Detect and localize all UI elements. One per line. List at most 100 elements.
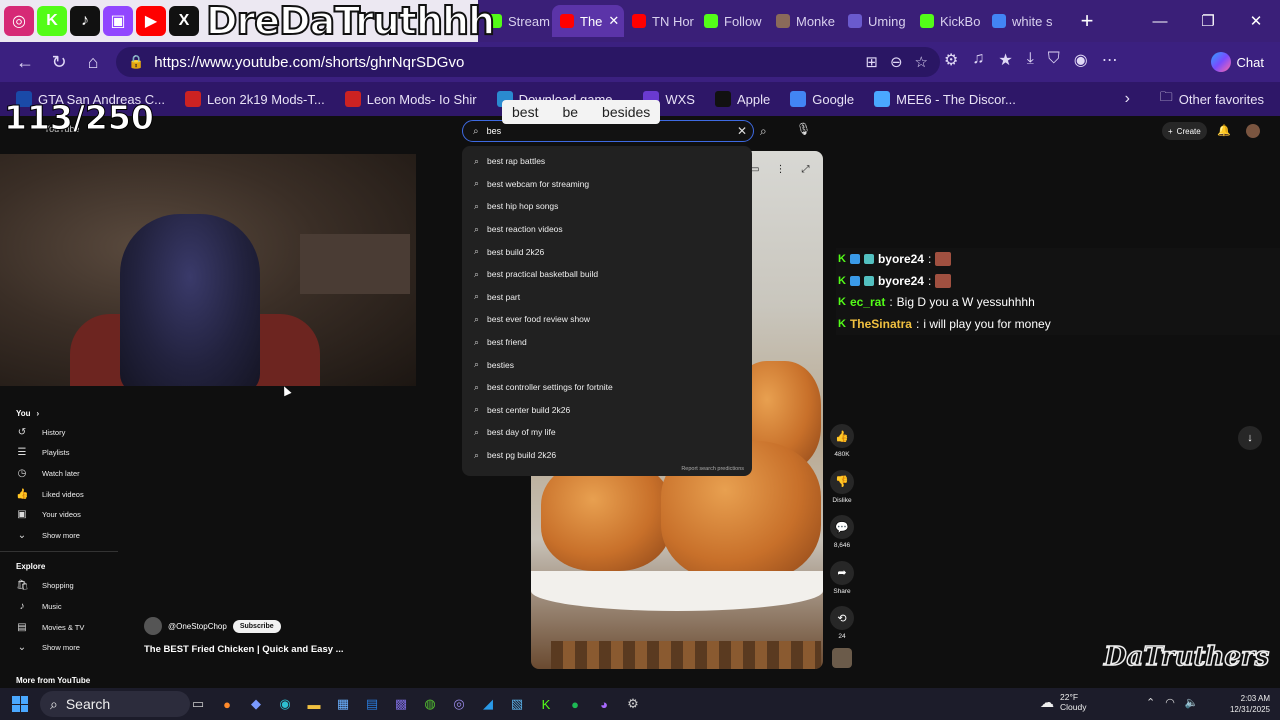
search-suggestion[interactable]: ⌕ best build 2k26 [462,240,752,263]
favorite-star-icon[interactable]: ☆ [915,53,928,71]
sidebar-item[interactable]: ↺ History [0,422,120,443]
channel-name[interactable]: @OneStopChop [168,622,227,631]
back-icon[interactable]: ← [8,45,42,79]
subscribe-button[interactable]: Subscribe [232,619,281,633]
bookmark-item[interactable]: Google [790,91,854,107]
short-action[interactable]: 💬 8,646 [828,515,856,561]
search-suggestion[interactable]: ⌕ best center build 2k26 [462,399,752,422]
volume-icon[interactable]: 🔈 [1185,696,1199,709]
firefox-icon[interactable]: ● [217,692,237,716]
edge-icon[interactable]: ◉ [275,692,295,716]
outlook-icon[interactable]: ▤ [362,692,382,716]
weather-widget[interactable]: ☁ 22°F Cloudy [1040,692,1086,712]
browser-tab[interactable]: white s [984,5,1056,37]
short-action[interactable]: ➦ Share [828,560,856,607]
close-window-icon[interactable]: ✕ [1232,0,1280,42]
search-suggestion[interactable]: ⌕ best practical basketball build [462,263,752,286]
photos-icon[interactable]: ▧ [507,692,527,716]
spell-suggestion[interactable]: besides [602,104,650,120]
fullscreen-icon[interactable]: ⤢ [801,164,809,175]
browser-tab[interactable]: Follow [696,5,768,37]
sidebar-you-heading[interactable]: You › [0,404,120,422]
downloads-icon[interactable]: ⤓ [1027,50,1034,70]
search-suggestion[interactable]: ⌕ best webcam for streaming [462,173,752,196]
zoom-icon[interactable]: ⊖ [890,53,903,71]
file-explorer-icon[interactable]: ▬ [304,692,324,716]
spell-suggestion[interactable]: be [562,104,578,120]
sidebar-item[interactable]: ♪ Music [0,596,120,617]
search-suggestion[interactable]: ⌕ best controller settings for fortnite [462,376,752,399]
restore-icon[interactable]: ❐ [1184,0,1232,42]
report-predictions-link[interactable]: Report search predictions [681,466,744,472]
shield-icon[interactable]: ⛉ [1048,50,1060,70]
search-suggestion[interactable]: ⌕ best reaction videos [462,218,752,241]
browser-tab[interactable]: Monke [768,5,840,37]
bookmark-item[interactable]: Leon Mods- Io Shir [344,91,477,107]
site-info-icon[interactable]: 🔒 [128,54,144,70]
search-suggestion[interactable]: ⌕ best hip hop songs [462,195,752,218]
search-suggestion[interactable]: ⌕ best day of my life [462,421,752,444]
vscode-icon[interactable]: ◢ [478,692,498,716]
browser-tab[interactable]: Uming [840,5,912,37]
more-menu-icon[interactable]: ⋯ [1102,50,1118,70]
bookmark-item[interactable]: Apple [714,91,770,107]
search-button-icon[interactable]: ⌕ [760,124,767,139]
search-suggestion[interactable]: ⌕ best pg build 2k26 [462,444,752,467]
spotify-icon[interactable]: ● [565,692,585,716]
short-action[interactable]: ⟲ 24 [828,606,856,652]
copilot-chat-button[interactable]: Chat [1205,48,1270,76]
start-button[interactable] [0,688,40,720]
tray-overflow-icon[interactable]: ⌃ [1146,696,1155,709]
xbox-icon[interactable]: ◍ [420,692,440,716]
wifi-icon[interactable]: ◠ [1165,696,1175,709]
sidebar-item[interactable]: ☰ Playlists [0,443,120,464]
search-suggestion[interactable]: ⌕ best rap battles [462,150,752,173]
clear-search-icon[interactable]: ✕ [737,124,747,138]
favorites-icon[interactable]: ★ [998,50,1012,70]
browser-tab[interactable]: KickBo [912,5,984,37]
bookmarks-overflow-icon[interactable]: › [1125,82,1130,116]
teams-icon[interactable]: ▩ [391,692,411,716]
store-icon[interactable]: ▦ [333,692,353,716]
system-clock[interactable]: 2:03 AM 12/31/2025 [1222,693,1270,715]
media-icon[interactable]: ♫ [972,50,984,70]
sound-thumbnail[interactable] [832,648,852,668]
notifications-bell-icon[interactable]: 🔔 [1217,124,1231,137]
short-action[interactable]: 👍 480K [828,424,856,470]
short-action[interactable]: 👎 Dislike [828,469,856,516]
bookmark-item[interactable]: Leon 2k19 Mods-T... [184,91,325,107]
messenger-icon[interactable]: ◕ [594,692,614,716]
search-suggestion[interactable]: ⌕ best friend [462,331,752,354]
sidebar-item[interactable]: ⌄ Show more [0,525,120,546]
minimize-icon[interactable]: — [1136,0,1184,42]
bookmark-item[interactable]: MEE6 - The Discor... [874,91,1016,107]
player-menu-icon[interactable]: ⋮ [775,164,785,175]
short-title[interactable]: The BEST Fried Chicken | Quick and Easy … [144,644,344,655]
extensions-icon[interactable]: ⚙ [944,50,958,70]
task-view-icon[interactable]: ▭ [188,692,208,716]
sidebar-item[interactable]: ⌄ Show more [0,637,120,658]
spell-suggestion[interactable]: best [512,104,538,120]
create-button[interactable]: + Create [1162,122,1207,140]
kick-app-icon[interactable]: K [536,692,556,716]
taskbar-search[interactable]: ⌕ Search [40,691,190,717]
sidebar-item[interactable]: ◷ Watch later [0,463,120,484]
new-tab-button[interactable]: + [1072,6,1102,36]
search-suggestion[interactable]: ⌕ best part [462,286,752,309]
sidebar-item[interactable]: ▤ Movies & TV [0,617,120,638]
refresh-icon[interactable]: ↻ [42,45,76,79]
url-bar[interactable]: 🔒 https://www.youtube.com/shorts/ghrNqrS… [116,47,940,77]
browser-tab[interactable]: TN Hor [624,5,696,37]
search-suggestion[interactable]: ⌕ besties [462,353,752,376]
sidebar-item[interactable]: 👍 Liked videos [0,484,120,505]
profile-icon[interactable]: ◉ [1074,50,1088,70]
sidebar-item[interactable]: 🛍 Shopping [0,576,120,597]
sidebar-item[interactable]: ▣ Your videos [0,504,120,525]
app-install-icon[interactable]: ⊞ [865,53,878,71]
browser-tab[interactable]: The ✕ [552,5,624,37]
next-short-arrow-icon[interactable]: ↓ [1238,426,1262,450]
close-tab-icon[interactable]: ✕ [608,13,619,29]
microphone-icon[interactable]: 🎙 [796,122,811,136]
home-icon[interactable]: ⌂ [76,45,110,79]
settings-icon[interactable]: ⚙ [623,692,643,716]
